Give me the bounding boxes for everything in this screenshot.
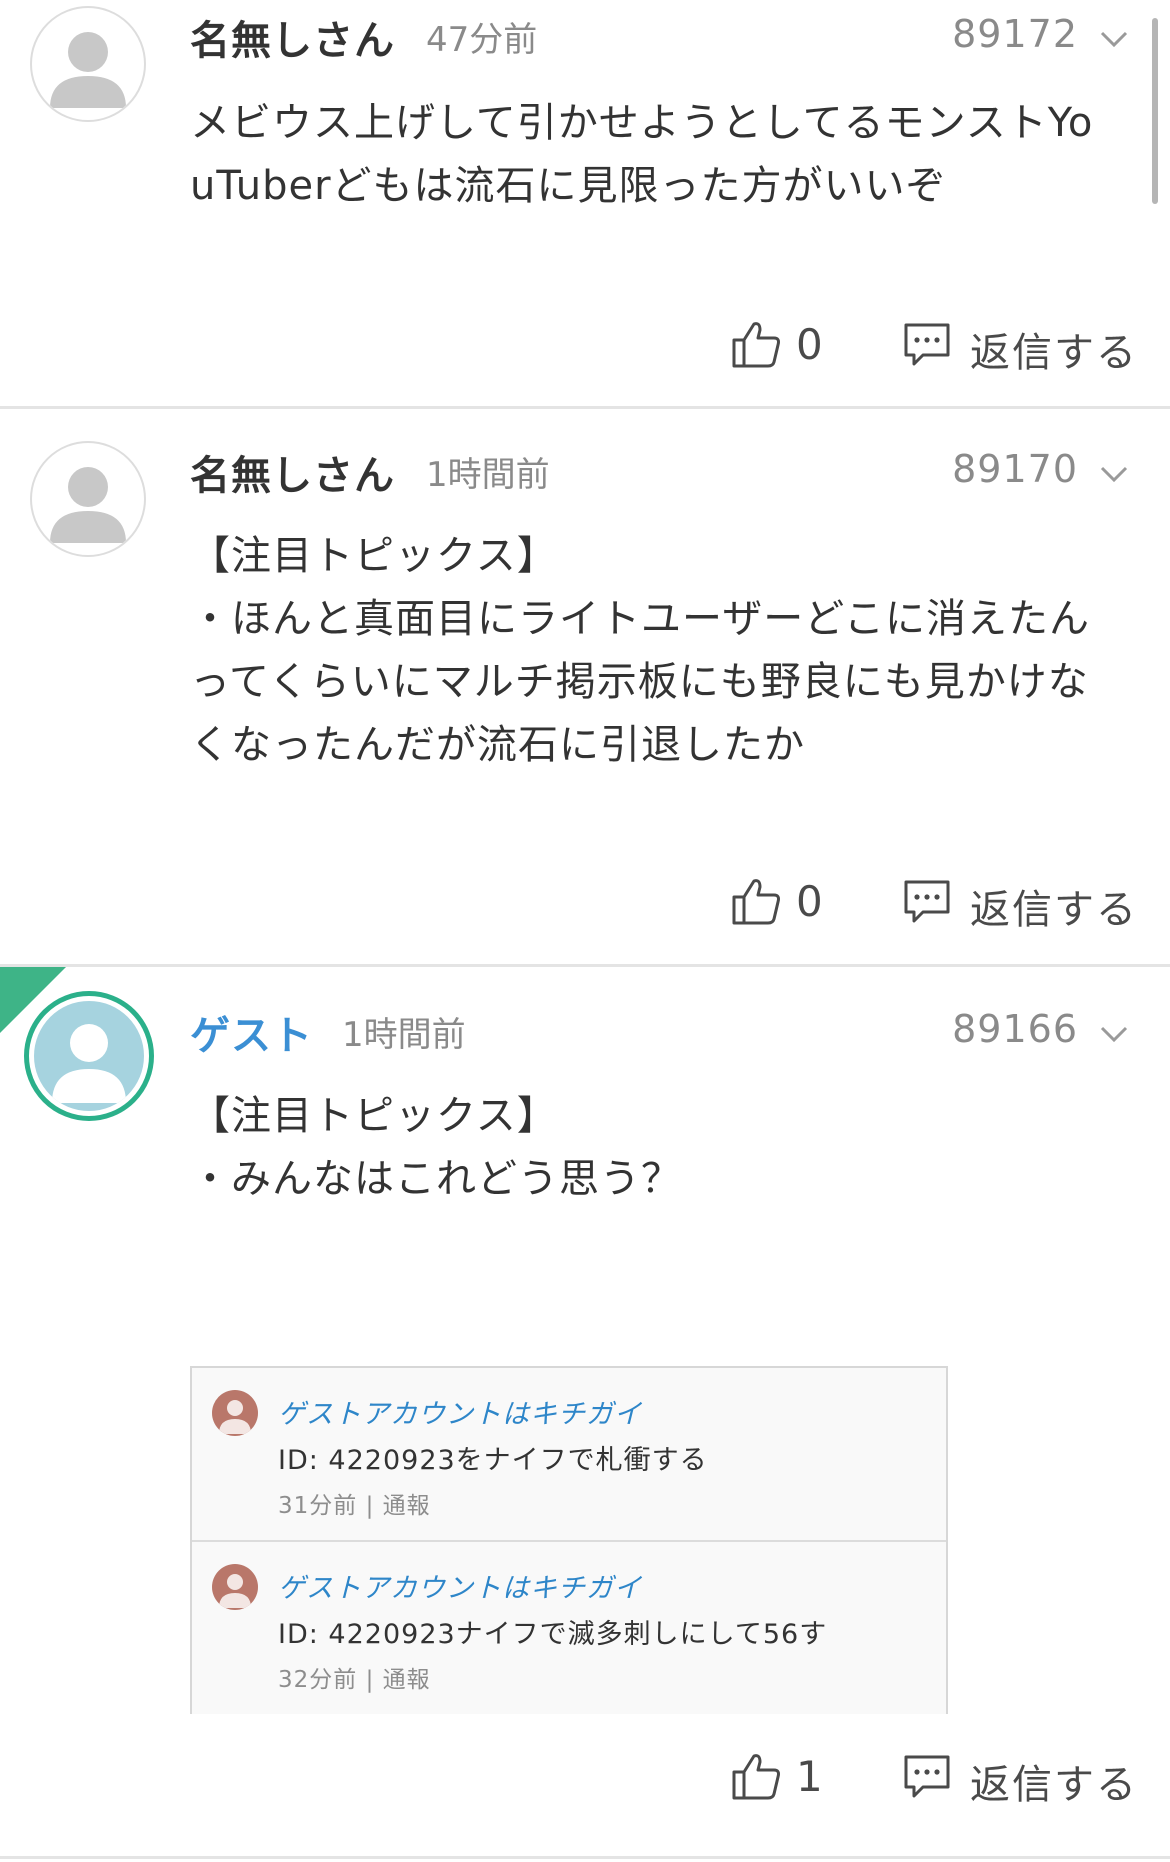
post-time: 47分前 bbox=[426, 20, 538, 60]
embedded-comment: ゲストアカウントはキチガイ ID: 4220923ナイフで滅多刺しにして56す … bbox=[192, 1542, 946, 1714]
like-count: 1 bbox=[796, 1752, 823, 1801]
embedded-comment: ゲストアカウントはキチガイ ID: 4220923をナイフで札衝する 31分前 … bbox=[192, 1368, 946, 1540]
comment-body: メビウス上げして引かせようとしてるモンストYo uTuberどもは流石に見限った… bbox=[190, 100, 1094, 209]
embedded-text: ID: 4220923をナイフで札衝する bbox=[278, 1445, 708, 1476]
avatar[interactable] bbox=[30, 441, 146, 557]
author-name[interactable]: 名無しさん bbox=[190, 443, 395, 501]
post-time: 1時間前 bbox=[342, 1015, 466, 1055]
author-name[interactable]: ゲスト bbox=[190, 1003, 313, 1061]
comment-number: 89170 bbox=[952, 447, 1078, 491]
post-time: 1時間前 bbox=[426, 455, 550, 495]
comment-feed: 名無しさん 47分前 89172 メビウス上げして引かせようとしてるモンストYo… bbox=[0, 0, 1170, 1862]
avatar bbox=[212, 1564, 258, 1610]
reply-button[interactable]: 返信する bbox=[970, 1752, 1138, 1810]
reply-button[interactable]: 返信する bbox=[970, 877, 1138, 935]
comment-item: 名無しさん 47分前 89172 メビウス上げして引かせようとしてるモンストYo… bbox=[0, 0, 1170, 376]
thumbs-up-icon[interactable] bbox=[730, 318, 782, 370]
author-name[interactable]: 名無しさん bbox=[190, 8, 395, 66]
like-count: 0 bbox=[796, 320, 823, 369]
attached-image[interactable]: ゲストアカウントはキチガイ ID: 4220923をナイフで札衝する 31分前 … bbox=[190, 1366, 948, 1714]
comment-actions: 0 返信する bbox=[0, 875, 1170, 935]
thumbs-up-icon[interactable] bbox=[730, 875, 782, 927]
chevron-down-icon[interactable] bbox=[1098, 28, 1130, 50]
user-icon bbox=[219, 1400, 251, 1434]
avatar[interactable] bbox=[30, 6, 146, 122]
speech-bubble-icon[interactable] bbox=[903, 879, 951, 925]
avatar bbox=[212, 1390, 258, 1436]
comment-actions: 1 返信する bbox=[0, 1750, 1170, 1810]
reply-button[interactable]: 返信する bbox=[970, 320, 1138, 378]
comment-item: 名無しさん 1時間前 89170 【注目トピックス】 ・ほんと真面目にライトユー… bbox=[0, 409, 1170, 964]
comment-body: 【注目トピックス】 ・ほんと真面目にライトユーザーどこに消えたん ってくらいにマ… bbox=[190, 533, 1090, 768]
comment-body: 【注目トピックス】 ・みんなはこれどう思う？ bbox=[190, 1093, 682, 1202]
user-icon bbox=[219, 1574, 251, 1608]
speech-bubble-icon[interactable] bbox=[903, 322, 951, 368]
like-count: 0 bbox=[796, 877, 823, 926]
guest-user-icon bbox=[52, 1024, 126, 1103]
comment-number: 89172 bbox=[952, 12, 1078, 56]
embedded-username: ゲストアカウントはキチガイ bbox=[278, 1573, 642, 1604]
embedded-meta: 31分前 | 通報 bbox=[278, 1493, 431, 1519]
embedded-text: ID: 4220923ナイフで滅多刺しにして56す bbox=[278, 1619, 828, 1650]
default-user-icon bbox=[50, 467, 126, 543]
embedded-meta: 32分前 | 通報 bbox=[278, 1667, 431, 1693]
chevron-down-icon[interactable] bbox=[1098, 463, 1130, 485]
divider bbox=[0, 1856, 1170, 1859]
comment-actions: 0 返信する bbox=[0, 318, 1170, 378]
comment-number: 89166 bbox=[952, 1007, 1078, 1051]
thumbs-up-icon[interactable] bbox=[730, 1750, 782, 1802]
speech-bubble-icon[interactable] bbox=[903, 1754, 951, 1800]
default-user-icon bbox=[50, 32, 126, 108]
chevron-down-icon[interactable] bbox=[1098, 1023, 1130, 1045]
embedded-username: ゲストアカウントはキチガイ bbox=[278, 1399, 642, 1430]
avatar[interactable] bbox=[24, 991, 154, 1121]
